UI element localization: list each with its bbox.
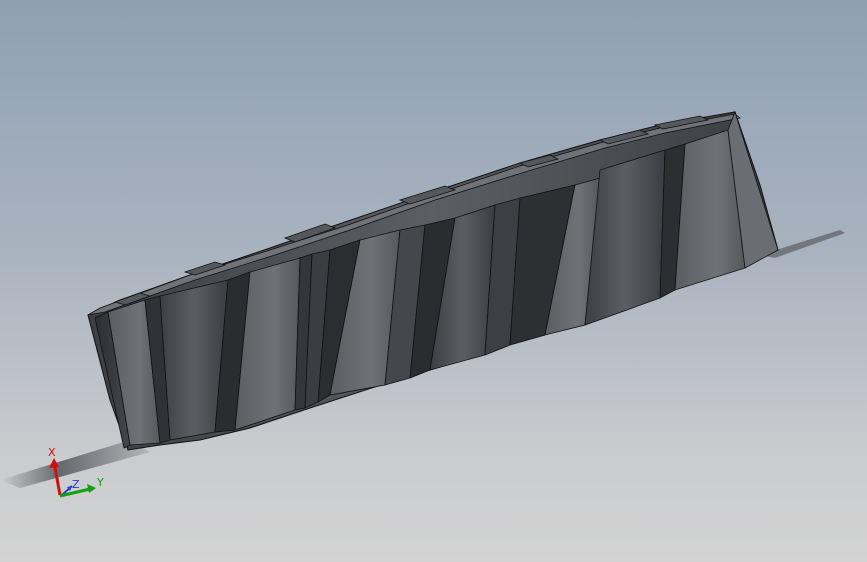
gear-blank-model[interactable] — [0, 0, 867, 562]
z-axis-label: Z — [72, 478, 80, 491]
y-axis-arrow — [87, 484, 96, 493]
x-axis-label: X — [48, 446, 56, 459]
y-axis-label: Y — [96, 476, 104, 489]
graphics-viewport[interactable]: Z X Y — [0, 0, 867, 562]
x-axis-arrow — [49, 458, 59, 468]
axis-triad: Z X Y — [48, 446, 104, 498]
